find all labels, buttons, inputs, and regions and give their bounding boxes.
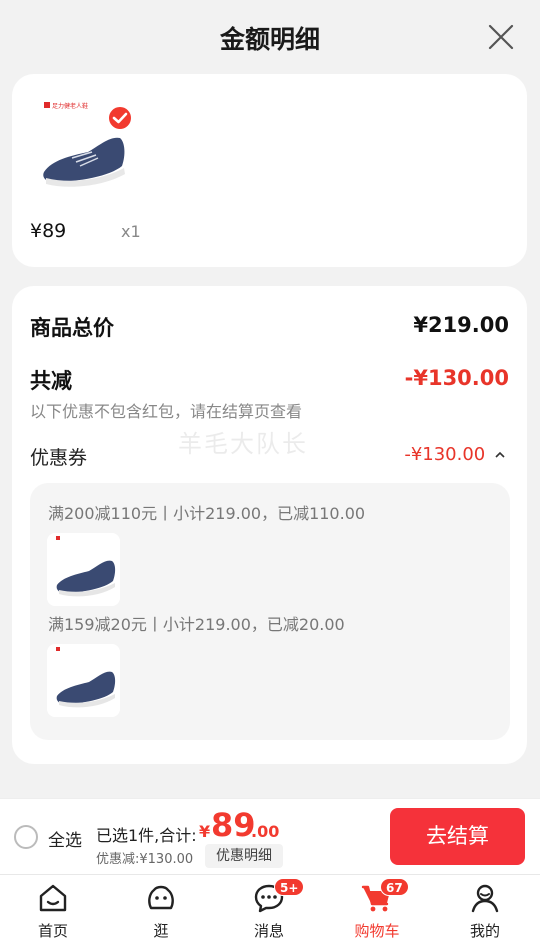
tab-home[interactable]: 首页 (18, 874, 88, 949)
tab-label: 消息 (253, 922, 284, 940)
total-reduce-value: -¥130.00 (404, 366, 509, 390)
reduce-note: 以下优惠不包含红包，请在结算页查看 (30, 402, 303, 421)
close-icon[interactable] (488, 24, 514, 50)
page-title: 金额明细 (219, 25, 320, 54)
product-price: ¥89 (30, 220, 67, 242)
total-amount-decimal: .00 (251, 822, 280, 841)
tab-label: 购物车 (354, 922, 400, 940)
total-amount-integer: 89 (211, 806, 256, 844)
tab-label: 我的 (469, 922, 500, 940)
tab-browse[interactable]: 逛 (126, 874, 196, 949)
tab-label: 逛 (153, 922, 169, 940)
cart-badge: 67 (380, 878, 409, 896)
tab-profile[interactable]: 我的 (450, 874, 520, 949)
coupon-value[interactable]: -¥130.00 (404, 444, 506, 465)
tab-cart[interactable]: 购物车 67 (342, 874, 412, 949)
chevron-up-icon (495, 451, 505, 458)
home-icon (39, 884, 67, 912)
coupon-rule-1: 满200减110元丨小计219.00，已减110.00 (48, 504, 366, 523)
watermark: 羊毛大队长 (178, 430, 308, 458)
message-badge: 5+ (274, 878, 305, 896)
total-reduce-label: 共减 (30, 369, 72, 393)
selected-count-text: 已选1件,合计: (96, 826, 197, 845)
select-all-radio[interactable] (14, 825, 38, 849)
coupon-rule-2: 满159减20元丨小计219.00，已减20.00 (48, 615, 345, 634)
coupon-product-thumbnail (47, 644, 120, 717)
checkout-button[interactable]: 去结算 (390, 808, 525, 865)
coupon-value-text: -¥130.00 (404, 444, 486, 465)
discount-detail-button[interactable]: 优惠明细 (205, 844, 283, 868)
tab-label: 首页 (37, 922, 68, 940)
header: 金额明细 (0, 0, 540, 74)
tab-messages[interactable]: 消息 5+ (234, 874, 305, 949)
coupon-product-thumbnail (47, 533, 120, 606)
coupon-label: 优惠券 (30, 447, 88, 469)
selected-check-icon[interactable] (107, 105, 133, 131)
select-all-label[interactable]: 全选 (48, 826, 82, 851)
brand-logo-text: 足力健老人鞋 (52, 102, 88, 110)
total-price-value: ¥219.00 (413, 313, 509, 337)
total-currency: ¥ (199, 822, 211, 841)
total-price-label: 商品总价 (30, 316, 114, 340)
product-quantity: x1 (121, 222, 141, 241)
browse-icon (148, 885, 174, 910)
discount-summary: 优惠减:¥130.00 (96, 852, 194, 867)
profile-icon (471, 884, 499, 913)
